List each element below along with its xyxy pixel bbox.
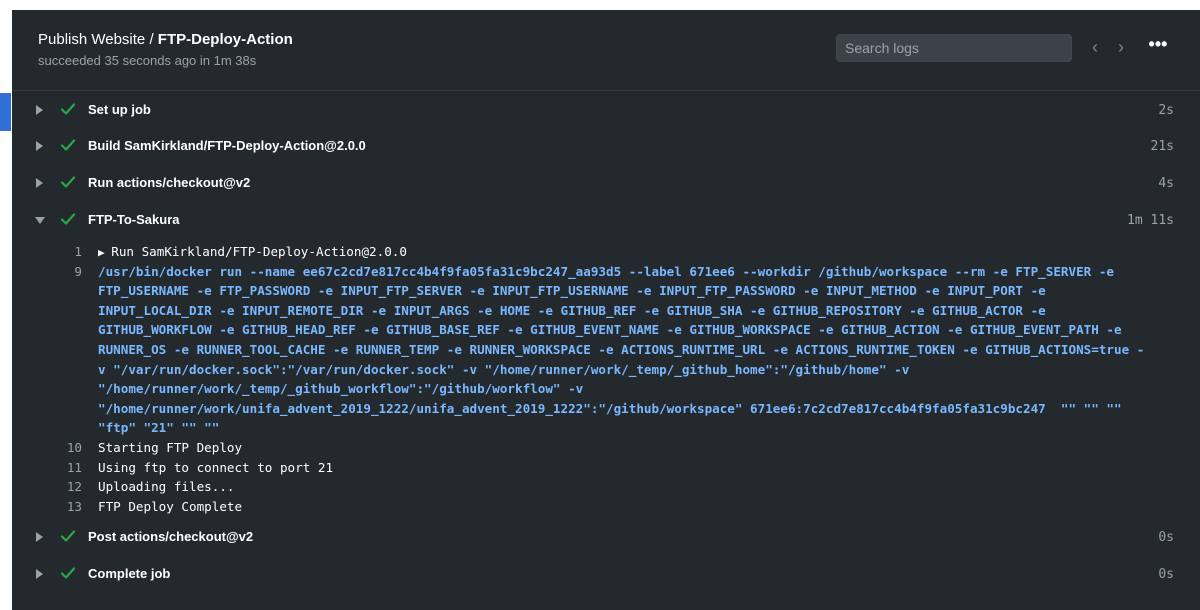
check-icon	[60, 211, 76, 227]
caret-right-icon[interactable]	[36, 178, 43, 188]
title-separator: /	[145, 31, 158, 48]
check-icon	[60, 528, 76, 544]
log-command-text: v "/var/run/docker.sock":"/var/run/docke…	[98, 361, 910, 377]
step-label: Set up job	[88, 102, 151, 117]
log-command-text: RUNNER_OS -e RUNNER_TOOL_CACHE -e RUNNER…	[98, 342, 1145, 357]
step-duration: 2s	[1158, 103, 1174, 118]
step-label: Complete job	[88, 566, 171, 581]
job-header: Publish Website / FTP-Deploy-Action succ…	[12, 10, 1200, 91]
log-command-text: "/home/runner/work/unifa_advent_2019_122…	[98, 400, 1122, 416]
caret-down-icon[interactable]	[35, 217, 45, 224]
selected-job-indicator	[0, 93, 11, 131]
log-line-number[interactable]: 9	[52, 264, 82, 279]
step-duration: 0s	[1158, 530, 1174, 545]
step-duration: 1m 11s	[1127, 213, 1174, 228]
step-row[interactable]: Run actions/checkout@v2 4s	[12, 169, 1200, 199]
log-line-number[interactable]: 13	[52, 499, 82, 514]
log-text: Uploading files...	[98, 479, 235, 495]
step-row[interactable]: Complete job 0s	[12, 560, 1200, 590]
caret-right-icon[interactable]	[36, 532, 43, 542]
log-line-number[interactable]: 1	[52, 244, 82, 259]
log-group-text[interactable]: Run SamKirkland/FTP-Deploy-Action@2.0.0	[111, 244, 407, 259]
caret-right-icon[interactable]	[36, 569, 43, 579]
log-command-text: "/home/runner/work/_temp/_github_workflo…	[98, 381, 584, 397]
caret-right-icon[interactable]	[36, 105, 43, 115]
log-command-text: FTP_USERNAME -e FTP_PASSWORD -e INPUT_FT…	[98, 283, 1046, 299]
log-line-number[interactable]: 10	[52, 440, 82, 455]
log-text: Starting FTP Deploy	[98, 440, 243, 455]
step-duration: 21s	[1150, 139, 1174, 154]
step-row[interactable]: Post actions/checkout@v2 0s	[12, 523, 1200, 553]
check-icon	[60, 174, 76, 190]
log-group-header: ▶ Run SamKirkland/FTP-Deploy-Action@2.0.…	[98, 244, 407, 259]
step-label: Run actions/checkout@v2	[88, 175, 251, 190]
check-icon	[60, 137, 76, 153]
job-name: FTP-Deploy-Action	[157, 31, 293, 48]
step-label: Post actions/checkout@v2	[88, 529, 254, 544]
group-expand-icon[interactable]: ▶	[98, 246, 111, 259]
log-command-text: INPUT_LOCAL_DIR -e INPUT_REMOTE_DIR -e I…	[98, 302, 1046, 318]
log-line-number[interactable]: 12	[52, 479, 82, 494]
job-status: succeeded 35 seconds ago in 1m 38s	[38, 53, 257, 68]
log-command-text: "ftp" "21" "" ""	[98, 420, 220, 436]
step-duration: 0s	[1158, 567, 1174, 582]
step-duration: 4s	[1158, 176, 1174, 191]
chevron-left-icon[interactable]: ‹	[1084, 36, 1106, 58]
log-command-text: /usr/bin/docker run --name ee67c2cd7e817…	[98, 263, 1114, 279]
step-label: FTP-To-Sakura	[88, 212, 180, 227]
search-logs-input[interactable]	[836, 34, 1072, 62]
check-icon	[60, 101, 76, 117]
job-title: Publish Website / FTP-Deploy-Action	[38, 31, 293, 48]
check-icon	[60, 565, 76, 581]
chevron-right-icon[interactable]: ›	[1110, 36, 1132, 58]
log-text: FTP Deploy Complete	[98, 498, 243, 514]
step-label: Build SamKirkland/FTP-Deploy-Action@2.0.…	[88, 138, 366, 153]
log-command-text: GITHUB_WORKFLOW -e GITHUB_HEAD_REF -e GI…	[98, 322, 1122, 338]
log-text: Using ftp to connect to port 21	[98, 459, 334, 475]
log-line-number[interactable]: 11	[52, 460, 82, 475]
job-log-panel: Publish Website / FTP-Deploy-Action succ…	[12, 10, 1200, 610]
step-row[interactable]: Set up job 2s	[12, 96, 1200, 126]
caret-right-icon[interactable]	[36, 141, 43, 151]
step-row[interactable]: Build SamKirkland/FTP-Deploy-Action@2.0.…	[12, 132, 1200, 162]
step-row[interactable]: FTP-To-Sakura 1m 11s	[12, 206, 1200, 236]
more-options-icon[interactable]: •••	[1146, 35, 1170, 58]
workflow-name: Publish Website	[38, 31, 146, 48]
